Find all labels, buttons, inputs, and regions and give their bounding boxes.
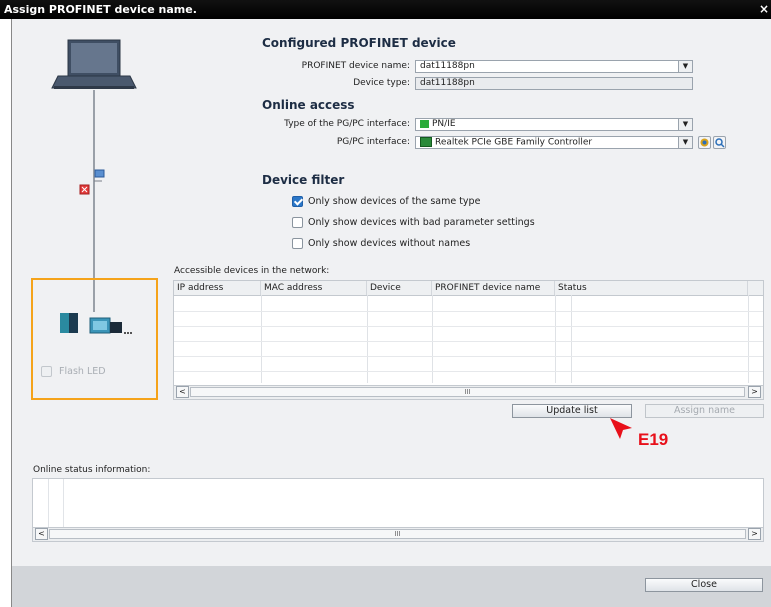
iface-type-select[interactable]: PN/IE ▼ xyxy=(415,118,693,131)
flash-led-label: Flash LED xyxy=(59,366,106,377)
status-list[interactable]: < III > xyxy=(32,478,764,542)
device-selection-frame xyxy=(31,278,158,400)
search-icon xyxy=(715,138,725,148)
shield-icon xyxy=(700,138,709,147)
filter-bad-params-check[interactable] xyxy=(292,217,303,228)
search-button[interactable] xyxy=(713,136,726,149)
col-ip-address[interactable]: IP address xyxy=(174,281,261,295)
pnie-icon xyxy=(420,119,429,128)
iface-select[interactable]: Realtek PCIe GBE Family Controller ▼ xyxy=(415,136,693,149)
filter-no-names-label: Only show devices without names xyxy=(308,238,471,249)
chevron-down-icon[interactable]: ▼ xyxy=(678,137,692,148)
col-divider xyxy=(432,295,433,383)
device-name-field[interactable]: dat11188pn ▼ xyxy=(415,60,693,73)
device-name-value: dat11188pn xyxy=(420,61,475,71)
error-icon xyxy=(79,184,90,195)
close-button[interactable]: Close xyxy=(645,578,763,592)
status-label: Online status information: xyxy=(33,465,151,475)
flash-led-checkbox[interactable]: Flash LED xyxy=(41,366,106,377)
col-mac-address[interactable]: MAC address xyxy=(261,281,367,295)
scroll-right-icon[interactable]: > xyxy=(748,528,761,540)
col-divider xyxy=(571,295,572,383)
chevron-down-icon[interactable]: ▼ xyxy=(678,61,692,72)
filter-no-names[interactable]: Only show devices without names xyxy=(292,238,470,249)
filter-same-type[interactable]: Only show devices of the same type xyxy=(292,196,480,207)
pg-laptop-icon xyxy=(51,39,137,89)
devices-table-header: IP address MAC address Device PROFINET d… xyxy=(174,281,763,296)
chevron-down-icon[interactable]: ▼ xyxy=(678,119,692,130)
scroll-left-icon[interactable]: < xyxy=(176,386,189,398)
row-divider xyxy=(174,311,763,312)
connection-status-button[interactable] xyxy=(698,136,711,149)
filter-same-type-label: Only show devices of the same type xyxy=(308,196,481,207)
annotation-label: E19 xyxy=(638,430,669,449)
device-type-value: dat11188pn xyxy=(420,78,475,88)
device-name-label: PROFINET device name: xyxy=(301,61,410,71)
device-type-field: dat11188pn xyxy=(415,77,693,90)
left-margin xyxy=(0,19,11,607)
assign-name-button[interactable]: Assign name xyxy=(645,404,764,418)
col-divider xyxy=(748,295,749,383)
status-hscrollbar[interactable]: < III > xyxy=(33,527,763,541)
col-device[interactable]: Device xyxy=(367,281,432,295)
row-divider xyxy=(174,341,763,342)
filter-bad-params-label: Only show devices with bad parameter set… xyxy=(308,217,535,228)
scroll-right-icon[interactable]: > xyxy=(748,386,761,398)
device-type-label: Device type: xyxy=(353,78,410,88)
devices-label: Accessible devices in the network: xyxy=(174,266,330,276)
row-divider xyxy=(174,326,763,327)
filter-same-type-check[interactable] xyxy=(292,196,303,207)
col-divider xyxy=(48,479,49,527)
network-card-icon xyxy=(420,137,432,147)
annotation-arrow-icon xyxy=(610,418,632,439)
row-divider xyxy=(174,371,763,372)
scroll-thumb[interactable]: III xyxy=(190,387,745,397)
flash-led-check[interactable] xyxy=(41,366,52,377)
iface-type-value: PN/IE xyxy=(432,119,456,129)
configured-heading: Configured PROFINET device xyxy=(262,36,456,50)
filter-heading: Device filter xyxy=(262,173,345,187)
filter-bad-params[interactable]: Only show devices with bad parameter set… xyxy=(292,217,535,228)
col-divider xyxy=(555,295,556,383)
col-divider xyxy=(261,295,262,383)
col-divider xyxy=(367,295,368,383)
title-bar: Assign PROFINET device name. × xyxy=(0,0,771,19)
filter-no-names-check[interactable] xyxy=(292,238,303,249)
scroll-thumb[interactable]: III xyxy=(49,529,746,539)
iface-type-label: Type of the PG/PC interface: xyxy=(284,119,410,129)
devices-table[interactable]: IP address MAC address Device PROFINET d… xyxy=(173,280,764,400)
row-divider xyxy=(174,356,763,357)
col-divider xyxy=(63,479,64,527)
iface-label: PG/PC interface: xyxy=(336,137,410,147)
window-title: Assign PROFINET device name. xyxy=(4,3,197,16)
online-heading: Online access xyxy=(262,98,355,112)
close-icon[interactable]: × xyxy=(759,0,769,19)
devices-hscrollbar[interactable]: < III > xyxy=(174,385,763,399)
iface-value: Realtek PCIe GBE Family Controller xyxy=(435,137,593,148)
scroll-left-icon[interactable]: < xyxy=(35,528,48,540)
network-node-icon xyxy=(94,169,105,182)
col-status[interactable]: Status xyxy=(555,281,748,295)
col-device-name[interactable]: PROFINET device name xyxy=(432,281,555,295)
